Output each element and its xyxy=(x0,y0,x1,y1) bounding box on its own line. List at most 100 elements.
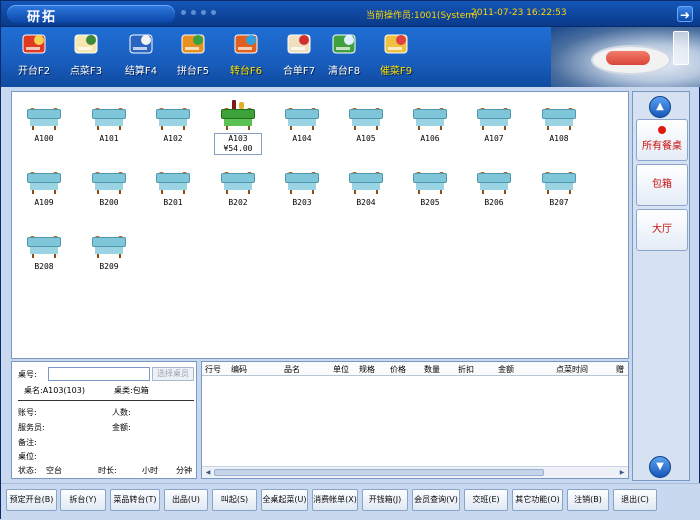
open-table-icon xyxy=(19,31,49,59)
function-button[interactable]: 全桌起菜(U) xyxy=(261,489,308,511)
column-header[interactable]: 金额 xyxy=(498,364,514,375)
column-header[interactable]: 品名 xyxy=(284,364,300,375)
table-a107[interactable]: A107 xyxy=(474,100,514,148)
function-button[interactable]: 叫起(S) xyxy=(212,489,257,511)
current-operator: 当前操作员:1001(System) xyxy=(366,11,478,21)
table-icon xyxy=(413,109,447,119)
function-button[interactable]: 交班(E) xyxy=(464,489,508,511)
filter-all-tables-label: 所有餐桌 xyxy=(642,141,682,152)
toolbar-label: 拼台F5 xyxy=(176,66,210,77)
function-button[interactable]: 开钱箱(J) xyxy=(362,489,408,511)
scroll-left-icon[interactable]: ◀ xyxy=(203,468,213,477)
table-a101[interactable]: A101 xyxy=(89,100,129,148)
merge-table-icon xyxy=(178,31,208,59)
column-header[interactable]: 点菜时间 xyxy=(556,364,588,375)
toolbar-button-checkout[interactable]: 结算F4 xyxy=(116,31,166,83)
status-value: 空台 xyxy=(46,466,62,475)
function-button[interactable]: 会员查询(V) xyxy=(412,489,460,511)
function-button[interactable]: 预定开台(B) xyxy=(6,489,57,511)
table-b206[interactable]: B206 xyxy=(474,164,514,212)
amount-label: 金额: xyxy=(112,423,131,432)
function-button[interactable]: 退出(C) xyxy=(613,489,657,511)
table-b207[interactable]: B207 xyxy=(539,164,579,212)
table-b205[interactable]: B205 xyxy=(410,164,450,212)
toolbar-button-merge-bill[interactable]: 合单F7 xyxy=(274,31,324,83)
table-b201[interactable]: B201 xyxy=(153,164,193,212)
scroll-right-icon[interactable]: ▶ xyxy=(617,468,627,477)
horizontal-scrollbar[interactable]: ◀ ▶ xyxy=(202,466,628,478)
table-filter-panel: ▲ 所有餐桌 包箱 大厅 ▼ xyxy=(632,91,690,481)
table-a105[interactable]: A105 xyxy=(346,100,386,148)
table-info-panel: 桌号: 选择桌员 桌名:A103(103) 桌类:包箱 账号: 人数: 服务员:… xyxy=(11,361,197,479)
seat-label: 桌位: xyxy=(18,452,37,461)
table-b202[interactable]: B202 xyxy=(218,164,258,212)
table-b200[interactable]: B200 xyxy=(89,164,129,212)
table-icon xyxy=(349,109,383,119)
title-bar: 研拓 当前操作员:1001(System) 2011-07-23 16:22:5… xyxy=(1,1,700,27)
order-items-grid[interactable]: 行号 编码 品名 单位 规格 价格 数量 折扣 金额 点菜时间 赠 ◀ ▶ xyxy=(201,361,629,479)
toolbar-button-order[interactable]: 点菜F3 xyxy=(61,31,111,83)
table-no-input[interactable] xyxy=(48,367,150,381)
table-name-label: B205 xyxy=(420,198,440,207)
column-header[interactable]: 单位 xyxy=(333,364,349,375)
scroll-thumb[interactable] xyxy=(214,469,544,476)
column-header[interactable]: 数量 xyxy=(424,364,440,375)
toolbar-button-clear-table[interactable]: 清台F8 xyxy=(319,31,369,83)
people-label: 人数: xyxy=(112,408,131,417)
scroll-up-icon[interactable]: ▲ xyxy=(649,96,671,118)
toolbar-button-merge-table[interactable]: 拼台F5 xyxy=(168,31,218,83)
table-a102[interactable]: A102 xyxy=(153,100,193,148)
scroll-down-icon[interactable]: ▼ xyxy=(649,456,671,478)
function-button[interactable]: 其它功能(O) xyxy=(512,489,563,511)
select-table-button[interactable]: 选择桌员 xyxy=(152,367,194,381)
account-label: 账号: xyxy=(18,408,37,417)
filter-all-tables-button[interactable]: 所有餐桌 xyxy=(636,119,688,161)
table-no-label: 桌号: xyxy=(18,370,37,379)
table-a108[interactable]: A108 xyxy=(539,100,579,148)
table-a103[interactable]: A103 ¥54.00 xyxy=(214,100,262,155)
table-name-label: B209 xyxy=(99,262,119,271)
toolbar-button-open-table[interactable]: 开台F2 xyxy=(9,31,59,83)
table-icon xyxy=(27,237,61,247)
table-icon xyxy=(27,173,61,183)
function-button[interactable]: 出品(U) xyxy=(164,489,208,511)
toolbar-button-rush-dish[interactable]: 催菜F9 xyxy=(371,31,421,83)
table-name-label: A104 xyxy=(292,134,312,143)
current-datetime: 2011-07-23 16:22:53 xyxy=(471,8,567,18)
column-header[interactable]: 行号 xyxy=(205,364,221,375)
table-icon xyxy=(92,109,126,119)
table-b208[interactable]: B208 xyxy=(24,228,64,276)
toolbar-label: 结算F4 xyxy=(124,66,158,77)
table-a109[interactable]: A109 xyxy=(24,164,64,212)
title-pill: 研拓 xyxy=(7,5,175,25)
toolbar-button-transfer-table[interactable]: 转台F6 xyxy=(221,31,271,83)
column-header[interactable]: 价格 xyxy=(390,364,406,375)
function-button[interactable]: 消费帐单(X) xyxy=(312,489,358,511)
table-name-label: B207 xyxy=(549,198,569,207)
waiter-label: 服务员: xyxy=(18,423,45,432)
table-icon xyxy=(542,109,576,119)
table-icon xyxy=(349,173,383,183)
column-header[interactable]: 编码 xyxy=(231,364,247,375)
exit-arrow-icon[interactable]: ➜ xyxy=(677,6,693,22)
rush-dish-icon xyxy=(381,31,411,59)
table-b203[interactable]: B203 xyxy=(282,164,322,212)
table-b209[interactable]: B209 xyxy=(89,228,129,276)
function-button[interactable]: 拆台(Y) xyxy=(60,489,106,511)
table-name-label: A103 ¥54.00 xyxy=(214,133,262,155)
column-header[interactable]: 规格 xyxy=(359,364,375,375)
column-header[interactable]: 折扣 xyxy=(458,364,474,375)
table-icon xyxy=(27,109,61,119)
function-button[interactable]: 菜品转台(T) xyxy=(110,489,160,511)
function-button[interactable]: 注销(B) xyxy=(567,489,609,511)
table-a100[interactable]: A100 xyxy=(24,100,64,148)
filter-private-room-button[interactable]: 包箱 xyxy=(636,164,688,206)
filter-hall-button[interactable]: 大厅 xyxy=(636,209,688,251)
table-name-label: B203 xyxy=(292,198,312,207)
table-name-label: A109 xyxy=(34,198,54,207)
toolbar-label: 开台F2 xyxy=(17,66,51,77)
column-header[interactable]: 赠 xyxy=(616,364,624,375)
table-a104[interactable]: A104 xyxy=(282,100,322,148)
table-a106[interactable]: A106 xyxy=(410,100,450,148)
table-b204[interactable]: B204 xyxy=(346,164,386,212)
